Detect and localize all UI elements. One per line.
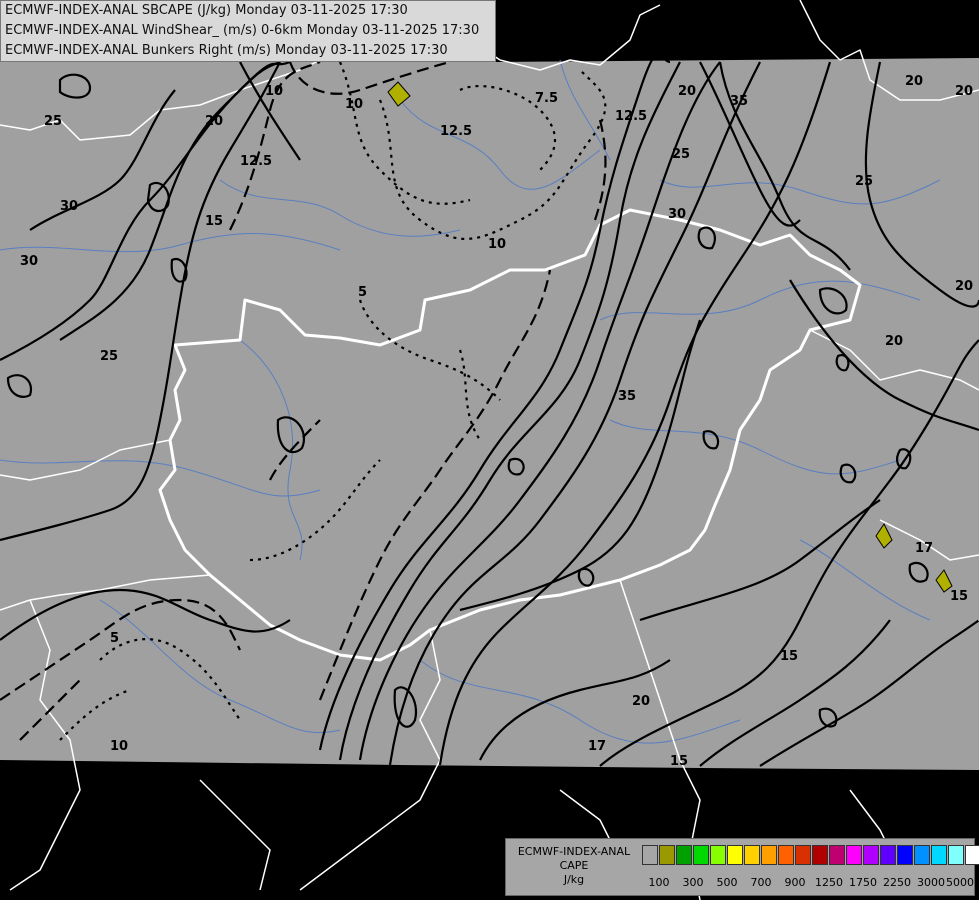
header-line-bunkers: ECMWF-INDEX-ANAL Bunkers Right (m/s) Mon…	[5, 43, 448, 58]
legend-swatch	[948, 845, 964, 865]
cape-legend: ECMWF-INDEX-ANAL CAPE J/kg 100 300 500 7…	[505, 838, 979, 896]
contour-label: 17	[588, 739, 606, 754]
legend-tick: 700	[750, 876, 772, 889]
contour-label: 17	[915, 541, 933, 556]
contour-label: 15	[205, 214, 223, 229]
contour-label: 25	[855, 174, 873, 189]
legend-swatch	[659, 845, 675, 865]
contour-label: 10	[265, 84, 283, 99]
contour-label: 35	[730, 94, 748, 109]
header-line-sbcape: ECMWF-INDEX-ANAL SBCAPE (J/kg) Monday 03…	[5, 3, 408, 18]
legend-swatch	[914, 845, 930, 865]
legend-tick: 1250	[815, 876, 843, 889]
legend-title-line: ECMWF-INDEX-ANAL	[517, 845, 631, 858]
legend-swatch	[744, 845, 760, 865]
data-area	[0, 58, 979, 770]
legend-tick: 1750	[849, 876, 877, 889]
legend-tick: 500	[716, 876, 738, 889]
contour-label: 10	[345, 97, 363, 112]
contour-label: 7.5	[535, 91, 558, 106]
contour-label: 20	[678, 84, 696, 99]
contour-label: 5	[358, 285, 367, 300]
legend-swatch	[863, 845, 879, 865]
contour-label: 15	[950, 589, 968, 604]
legend-swatch	[965, 845, 979, 865]
legend-title-line: CAPE	[559, 859, 589, 872]
legend-swatch	[693, 845, 709, 865]
contour-label: 10	[110, 739, 128, 754]
legend-swatch	[897, 845, 913, 865]
legend-tick: 5000	[946, 876, 974, 889]
contour-label: 20	[905, 74, 923, 89]
contour-label: 15	[670, 754, 688, 769]
contour-label: 25	[672, 147, 690, 162]
legend-swatch	[812, 845, 828, 865]
contour-label: 12.5	[440, 124, 472, 139]
contour-label: 10	[488, 237, 506, 252]
legend-tick: 300	[682, 876, 704, 889]
contour-label: 25	[100, 349, 118, 364]
contour-label: 35	[618, 389, 636, 404]
contour-label: 30	[668, 207, 686, 222]
weather-map: 10 25 20 12.5 10 12.5 7.5 30 30 15 25 10…	[0, 0, 979, 900]
contour-label: 5	[110, 631, 119, 646]
legend-ticks: 100 300 500 700 900 1250 1750 2250 3000 …	[642, 876, 975, 890]
legend-swatch	[846, 845, 862, 865]
legend-tick: 2250	[883, 876, 911, 889]
legend-swatch	[795, 845, 811, 865]
legend-swatch	[931, 845, 947, 865]
legend-title-line: J/kg	[563, 873, 585, 886]
contour-label: 15	[780, 649, 798, 664]
legend-swatch	[829, 845, 845, 865]
legend-swatch	[761, 845, 777, 865]
legend-tick: 100	[648, 876, 670, 889]
legend-tick: 3000	[917, 876, 945, 889]
map-header: ECMWF-INDEX-ANAL SBCAPE (J/kg) Monday 03…	[0, 0, 496, 62]
contour-label: 12.5	[615, 109, 647, 124]
header-line-windshear: ECMWF-INDEX-ANAL WindShear_ (m/s) 0-6km …	[5, 23, 480, 38]
legend-title: ECMWF-INDEX-ANAL CAPE J/kg	[510, 845, 638, 887]
contour-label: 20	[205, 114, 223, 129]
contour-label: 20	[885, 334, 903, 349]
contour-label: 20	[632, 694, 650, 709]
legend-swatch	[778, 845, 794, 865]
legend-swatch	[710, 845, 726, 865]
contour-label: 20	[955, 84, 973, 99]
contour-label: 12.5	[240, 154, 272, 169]
contour-label: 30	[20, 254, 38, 269]
legend-swatch	[727, 845, 743, 865]
contour-label: 20	[955, 279, 973, 294]
legend-swatch	[880, 845, 896, 865]
contour-label: 30	[60, 199, 78, 214]
legend-swatch	[642, 845, 658, 865]
legend-tick: 900	[784, 876, 806, 889]
legend-swatch	[676, 845, 692, 865]
contour-label: 25	[44, 114, 62, 129]
legend-swatches	[642, 845, 979, 865]
